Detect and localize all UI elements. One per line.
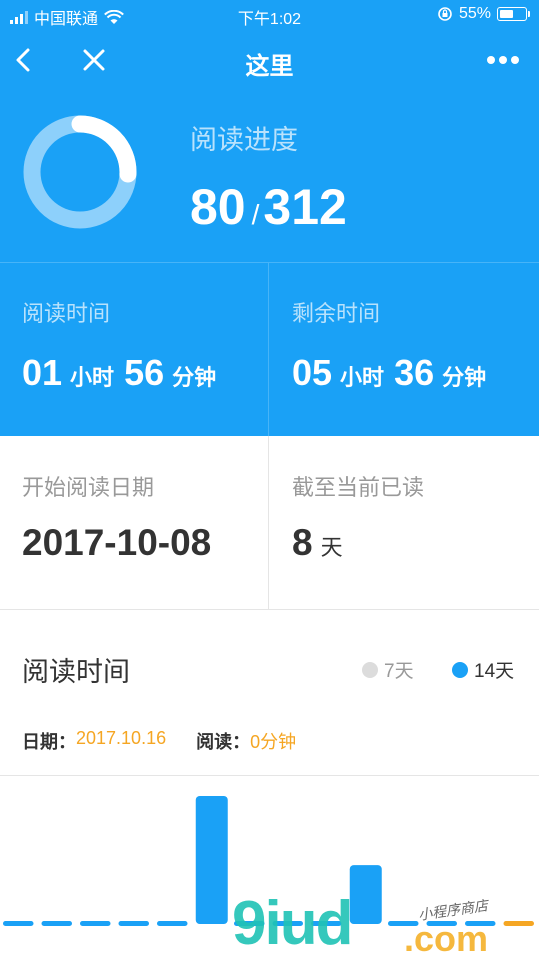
date-key: 日期：: [22, 732, 76, 752]
chart-bar[interactable]: [503, 921, 535, 926]
more-button[interactable]: [485, 42, 521, 78]
more-dots-icon: [487, 56, 519, 64]
reading-header: 中国联通 下午1:02 55% 这里 阅读进度 80 /312 阅读时间 01 …: [0, 0, 539, 436]
progress-current: 80: [190, 179, 246, 235]
watermark-suffix: .com: [404, 918, 489, 959]
status-right: 55%: [437, 5, 530, 23]
days-read-label: 截至当前已读: [292, 475, 425, 500]
reading-minutes-unit: 分钟: [172, 365, 217, 390]
reading-hours: 01: [22, 352, 63, 393]
orientation-lock-icon: [438, 7, 452, 21]
progress-label: 阅读进度: [190, 125, 298, 155]
battery-icon: [497, 7, 530, 21]
legend-label-14-days: 14天: [474, 661, 515, 682]
divider: [0, 262, 539, 263]
read-value: 0分钟: [250, 732, 297, 752]
progress-ring: [23, 115, 137, 229]
days-read-value: 8天: [292, 522, 353, 564]
chart-bar[interactable]: [3, 921, 34, 926]
watermark-logo: 9iud: [232, 889, 353, 958]
start-date-label: 开始阅读日期: [22, 475, 155, 500]
page-title: 这里: [245, 53, 294, 80]
legend-7-days[interactable]: 7天: [362, 656, 414, 683]
read-key: 阅读：: [196, 732, 251, 752]
divider: [268, 263, 269, 436]
chart-bar[interactable]: [157, 921, 188, 926]
reading-time-label: 阅读时间: [22, 301, 111, 326]
progress-value: 80/312: [190, 178, 347, 236]
divider: [268, 436, 269, 609]
nav-bar: 这里: [0, 36, 539, 86]
chart-title: 阅读时间: [22, 657, 130, 687]
chart-bar[interactable]: [195, 796, 228, 924]
days-read-number: 8: [292, 522, 313, 563]
days-read-unit: 天: [320, 535, 343, 560]
start-date-value: 2017-10-08: [22, 522, 212, 563]
chart-bar[interactable]: [41, 921, 73, 926]
legend-label-7-days: 7天: [384, 661, 414, 682]
legend-dot-7-days: [362, 661, 378, 678]
progress-separator: /: [251, 199, 260, 230]
selected-info: 日期： 2017.10.16 阅读： 0分钟: [22, 728, 326, 754]
progress-total: 312: [263, 179, 347, 235]
remaining-time-value: 05 小时 36 分钟: [292, 352, 496, 394]
reading-time-value: 01 小时 56 分钟: [22, 352, 226, 394]
battery-percent: 55%: [458, 5, 491, 22]
remaining-minutes: 36: [394, 352, 435, 393]
chart-bar[interactable]: [349, 865, 382, 924]
chart-bar[interactable]: [118, 921, 150, 926]
reading-minutes: 56: [124, 352, 165, 393]
status-bar: 中国联通 下午1:02 55%: [0, 0, 539, 30]
divider: [0, 609, 539, 610]
remaining-hours: 05: [292, 352, 333, 393]
legend-dot-14-days: [452, 661, 468, 678]
remaining-hours-unit: 小时: [340, 365, 385, 390]
legend-14-days[interactable]: 14天: [452, 656, 514, 683]
remaining-minutes-unit: 分钟: [442, 365, 487, 390]
chart-bar[interactable]: [80, 921, 111, 926]
date-value: 2017.10.16: [76, 728, 167, 748]
remaining-time-label: 剩余时间: [292, 301, 381, 326]
reading-hours-unit: 小时: [70, 365, 115, 390]
